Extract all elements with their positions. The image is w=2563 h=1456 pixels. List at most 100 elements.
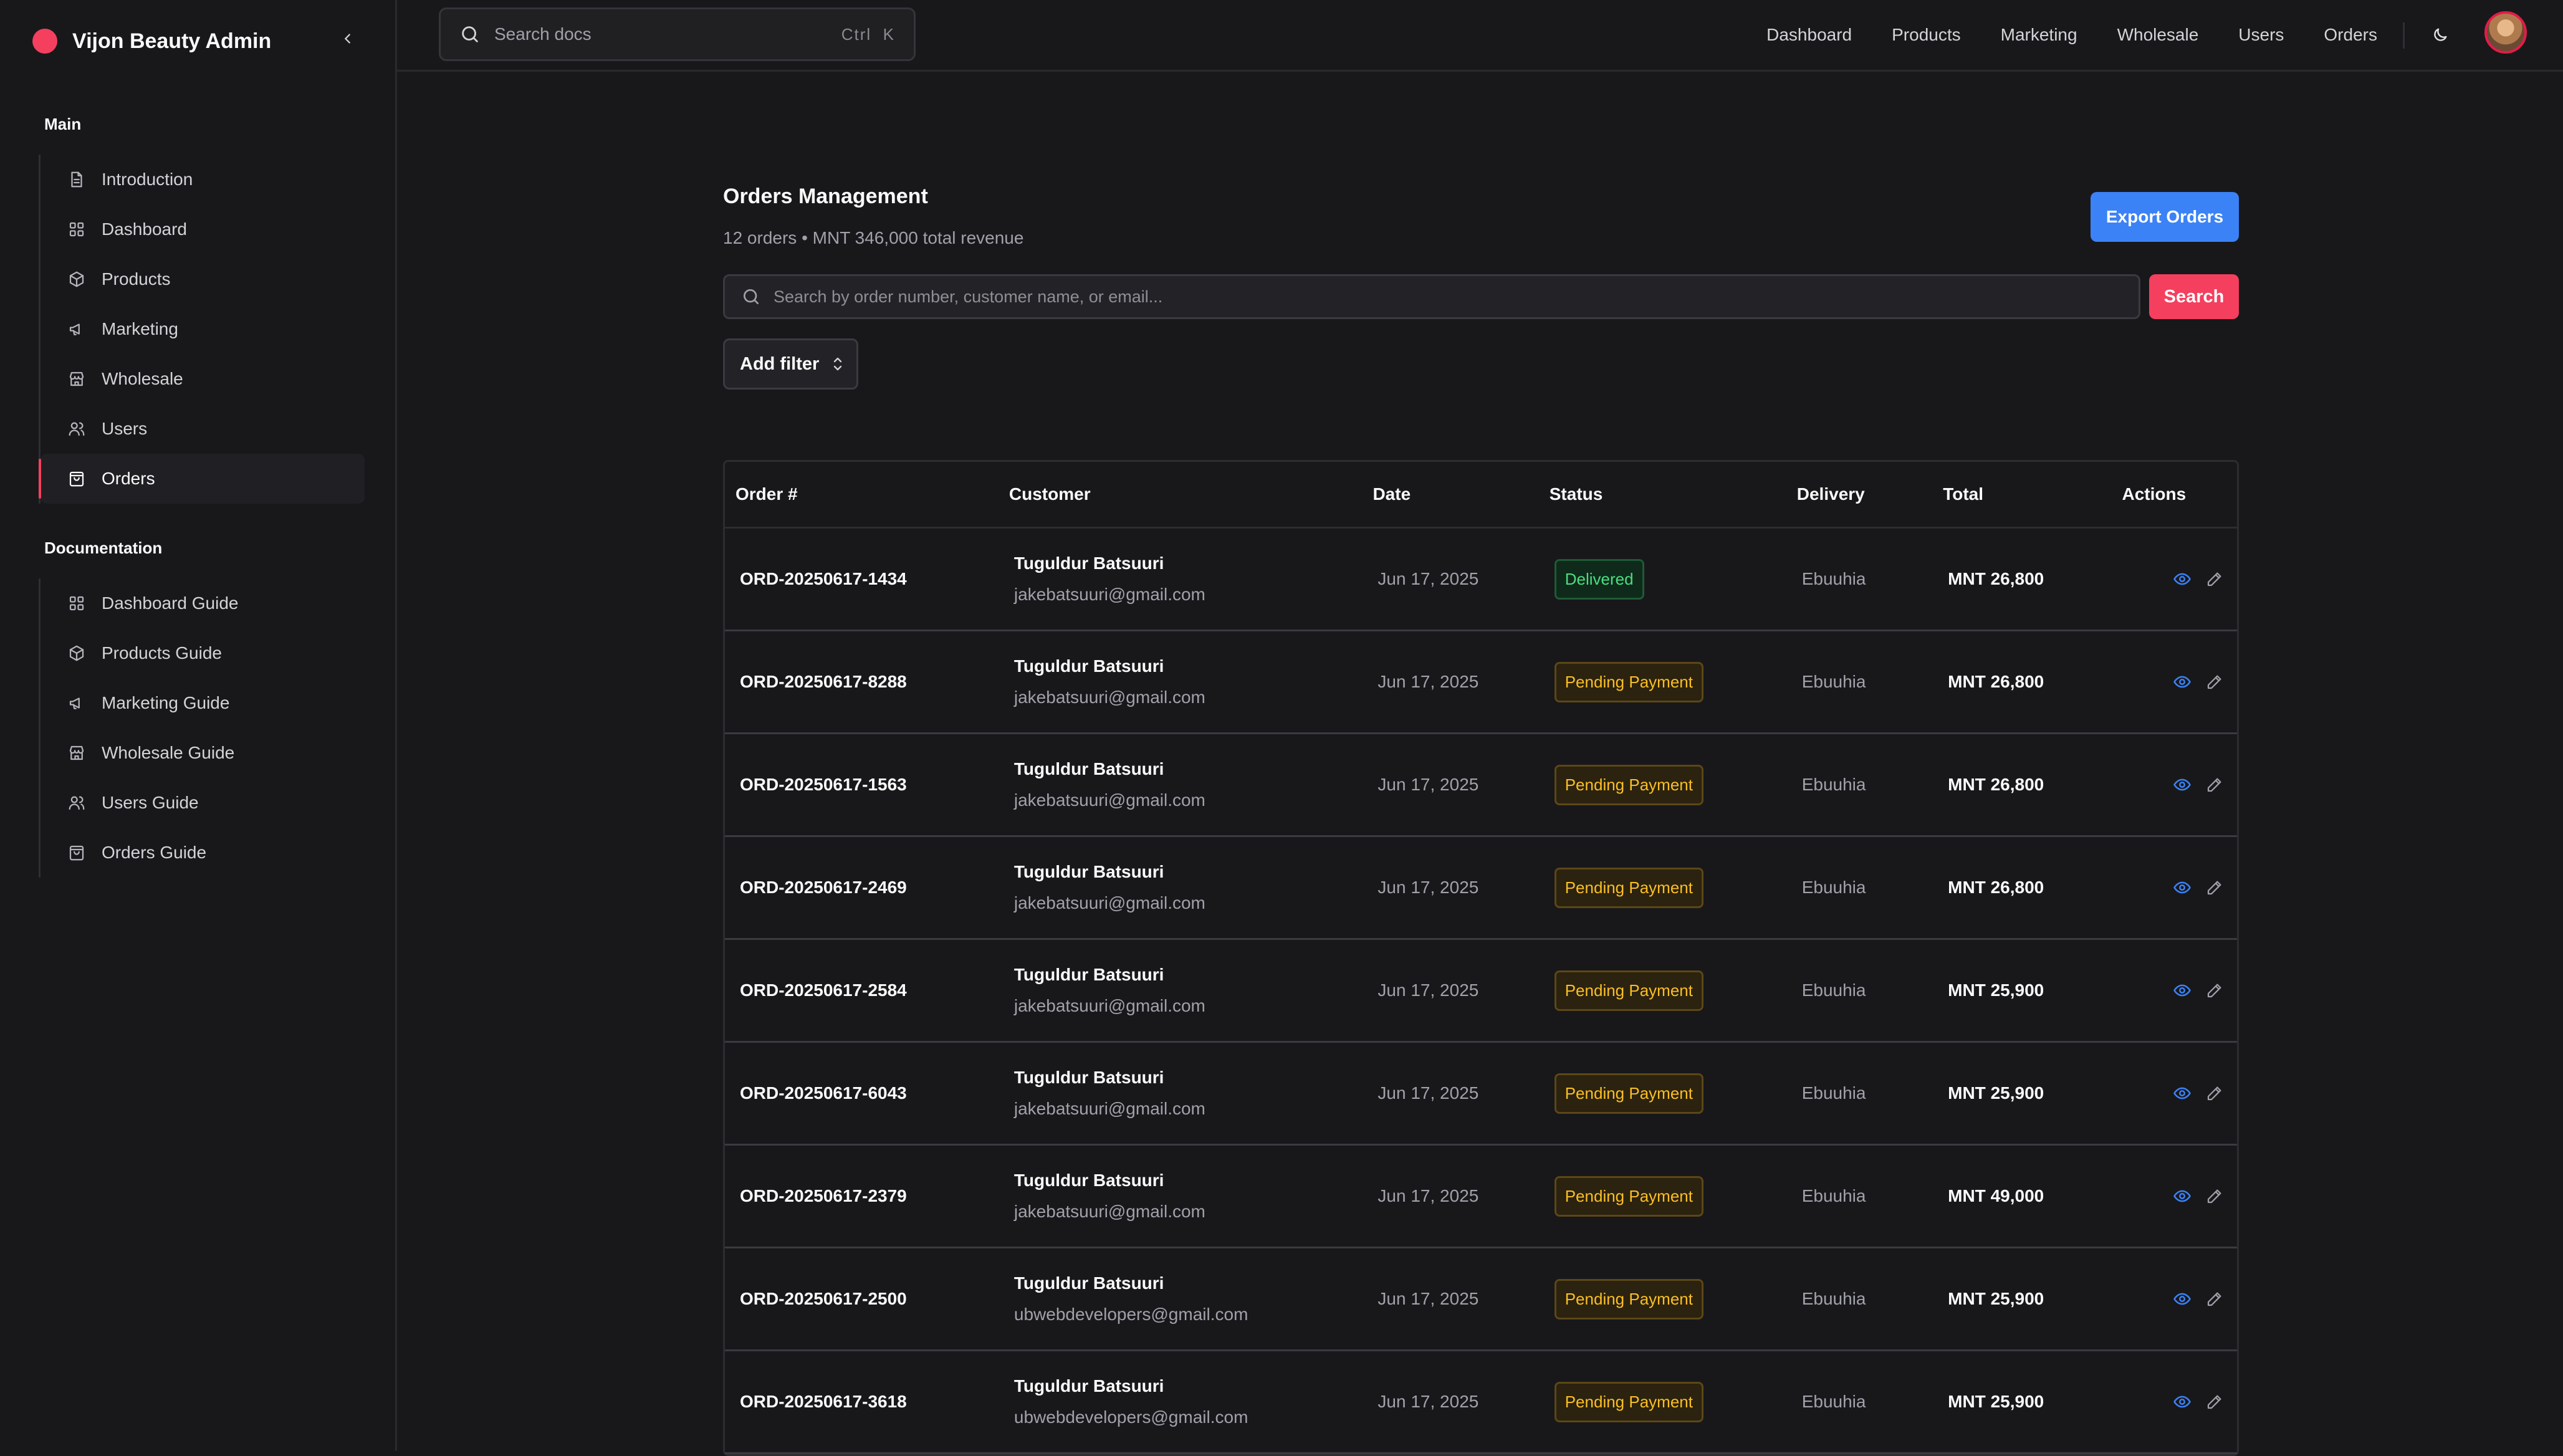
top-nav-orders[interactable]: Orders xyxy=(2324,25,2377,45)
view-order-button[interactable] xyxy=(2172,672,2192,692)
customer-email: jakebatsuuri@gmail.com xyxy=(1013,1099,1205,1118)
edit-order-button[interactable] xyxy=(2205,1083,2225,1103)
top-nav-marketing[interactable]: Marketing xyxy=(2001,25,2077,45)
order-number[interactable]: ORD-20250617-3618 xyxy=(725,1392,1009,1412)
sidebar-item-products-guide[interactable]: Products Guide xyxy=(41,628,365,678)
order-number[interactable]: ORD-20250617-2584 xyxy=(725,980,1009,1000)
table-row[interactable]: ORD-20250617-2379 Tuguldur Batsuuri jakeba… xyxy=(725,1146,2237,1248)
order-number[interactable]: ORD-20250617-2469 xyxy=(725,878,1009,898)
sidebar-item-orders[interactable]: Orders xyxy=(39,454,365,504)
header-total[interactable]: Total xyxy=(1943,484,2122,504)
brand[interactable]: Vijon Beauty Admin xyxy=(32,25,271,57)
table-row[interactable]: ORD-20250617-6043 Tuguldur Batsuuri jakeba… xyxy=(725,1043,2237,1146)
order-number[interactable]: ORD-20250617-2379 xyxy=(725,1186,1009,1206)
edit-order-button[interactable] xyxy=(2205,878,2225,898)
view-order-button[interactable] xyxy=(2172,1083,2192,1103)
sidebar-item-wholesale[interactable]: Wholesale xyxy=(41,354,365,404)
edit-order-button[interactable] xyxy=(2205,980,2225,1000)
status-badge: Pending Payment xyxy=(1554,970,1703,1011)
pencil-icon xyxy=(2205,673,2224,691)
status-badge: Pending Payment xyxy=(1554,867,1703,908)
user-avatar[interactable] xyxy=(2484,11,2527,54)
sidebar-item-products[interactable]: Products xyxy=(41,254,365,304)
view-order-button[interactable] xyxy=(2172,775,2192,795)
table-row[interactable]: ORD-20250617-2469 Tuguldur Batsuuri jakeba… xyxy=(725,837,2237,940)
sidebar-item-label: Users Guide xyxy=(102,793,199,812)
header-customer[interactable]: Customer xyxy=(1009,484,1373,504)
edit-order-button[interactable] xyxy=(2205,672,2225,692)
sidebar-item-users-guide[interactable]: Users Guide xyxy=(41,778,365,828)
file-icon xyxy=(67,170,87,189)
delivery-method: Ebuuhia xyxy=(1801,1186,1866,1205)
top-nav-products[interactable]: Products xyxy=(1892,25,1961,45)
chevron-up-down-icon xyxy=(830,355,845,373)
docs-search-placeholder: Search docs xyxy=(494,24,592,44)
sidebar-item-marketing-guide[interactable]: Marketing Guide xyxy=(41,678,365,728)
top-nav-dashboard[interactable]: Dashboard xyxy=(1766,25,1852,45)
order-number[interactable]: ORD-20250617-1434 xyxy=(725,569,1009,589)
sidebar-item-introduction[interactable]: Introduction xyxy=(41,155,365,204)
view-order-button[interactable] xyxy=(2172,1186,2192,1206)
edit-order-button[interactable] xyxy=(2205,569,2225,589)
add-filter-button[interactable]: Add filter xyxy=(723,338,858,390)
view-order-button[interactable] xyxy=(2172,878,2192,898)
edit-order-button[interactable] xyxy=(2205,1289,2225,1309)
search-button[interactable]: Search xyxy=(2149,274,2239,319)
top-nav-users[interactable]: Users xyxy=(2238,25,2284,45)
sidebar-item-label: Wholesale Guide xyxy=(102,743,235,762)
pencil-icon xyxy=(2205,878,2224,897)
pencil-icon xyxy=(2205,1392,2224,1411)
edit-order-button[interactable] xyxy=(2205,1392,2225,1412)
delivery-method: Ebuuhia xyxy=(1801,1289,1866,1308)
docs-search-input[interactable]: Search docs Ctrl K xyxy=(439,7,916,61)
brand-title: Vijon Beauty Admin xyxy=(72,29,272,53)
status-badge: Pending Payment xyxy=(1554,1381,1703,1422)
sidebar-item-users[interactable]: Users xyxy=(41,404,365,454)
delivery-method: Ebuuhia xyxy=(1801,878,1866,897)
add-filter-label: Add filter xyxy=(740,353,820,374)
view-order-button[interactable] xyxy=(2172,1392,2192,1412)
view-order-button[interactable] xyxy=(2172,980,2192,1000)
section-label-main: Main xyxy=(44,115,82,133)
edit-order-button[interactable] xyxy=(2205,775,2225,795)
sidebar-item-marketing[interactable]: Marketing xyxy=(41,304,365,354)
table-row[interactable]: ORD-20250617-2584 Tuguldur Batsuuri jakeba… xyxy=(725,940,2237,1043)
sidebar: Vijon Beauty Admin Main Introduction Dash… xyxy=(0,0,397,1451)
export-orders-button[interactable]: Export Orders xyxy=(2091,192,2239,242)
sidebar-item-dashboard[interactable]: Dashboard xyxy=(41,204,365,254)
customer-email: jakebatsuuri@gmail.com xyxy=(1013,996,1205,1015)
header-status[interactable]: Status xyxy=(1550,484,1797,504)
sidebar-item-orders-guide[interactable]: Orders Guide xyxy=(41,828,365,878)
sidebar-item-dashboard-guide[interactable]: Dashboard Guide xyxy=(41,578,365,628)
view-order-button[interactable] xyxy=(2172,569,2192,589)
table-row[interactable]: ORD-20250617-8288 Tuguldur Batsuuri jakeba… xyxy=(725,631,2237,734)
header-date[interactable]: Date xyxy=(1373,484,1549,504)
customer-name: Tuguldur Batsuuri xyxy=(1013,1273,1164,1293)
header-order[interactable]: Order # xyxy=(725,484,1009,504)
view-order-button[interactable] xyxy=(2172,1289,2192,1309)
table-row[interactable]: ORD-20250617-3618 Tuguldur Batsuuri ubwebd… xyxy=(725,1351,2237,1454)
customer-name: Tuguldur Batsuuri xyxy=(1013,965,1164,984)
collapse-sidebar-button[interactable] xyxy=(337,27,359,50)
order-number[interactable]: ORD-20250617-1563 xyxy=(725,775,1009,795)
edit-order-button[interactable] xyxy=(2205,1186,2225,1206)
theme-toggle-button[interactable] xyxy=(2428,22,2453,47)
app-window: Vijon Beauty Admin Main Introduction Dash… xyxy=(0,0,2563,1456)
pencil-icon xyxy=(2205,1290,2224,1308)
order-number[interactable]: ORD-20250617-2500 xyxy=(725,1289,1009,1309)
order-number[interactable]: ORD-20250617-8288 xyxy=(725,672,1009,692)
shopping-bag-icon xyxy=(67,843,87,863)
header-delivery[interactable]: Delivery xyxy=(1797,484,1943,504)
order-number[interactable]: ORD-20250617-6043 xyxy=(725,1083,1009,1103)
customer-name: Tuguldur Batsuuri xyxy=(1013,862,1164,881)
table-row[interactable]: ORD-20250617-2500 Tuguldur Batsuuri ubwebd… xyxy=(725,1248,2237,1351)
box-icon xyxy=(67,269,87,289)
table-row[interactable]: ORD-20250617-1434 Tuguldur Batsuuri jakeba… xyxy=(725,529,2237,631)
table-row[interactable]: ORD-20250617-1563 Tuguldur Batsuuri jakeba… xyxy=(725,734,2237,837)
order-search-input[interactable]: Search by order number, customer name, o… xyxy=(723,274,2140,319)
page-subtitle: 12 orders • MNT 346,000 total revenue xyxy=(723,228,1024,247)
sidebar-item-wholesale-guide[interactable]: Wholesale Guide xyxy=(41,728,365,778)
top-nav-wholesale[interactable]: Wholesale xyxy=(2117,25,2199,45)
shopping-bag-icon xyxy=(67,469,87,489)
order-total: MNT 26,800 xyxy=(1948,569,2044,588)
